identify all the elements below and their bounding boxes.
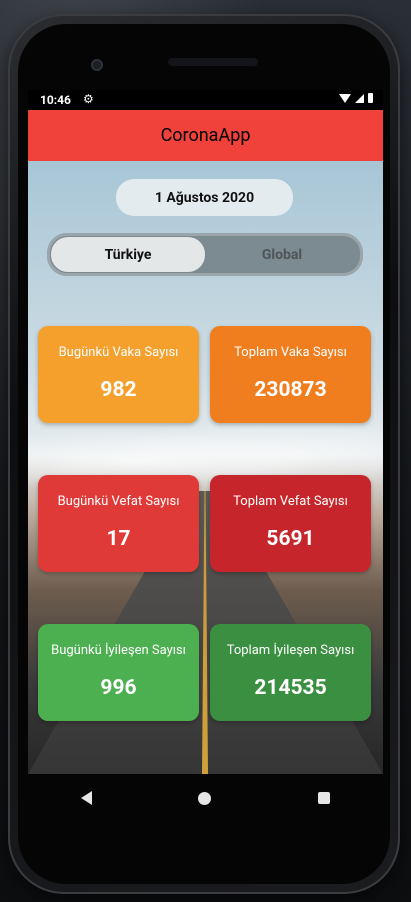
card-label: Toplam Vefat Sayısı (233, 494, 348, 509)
home-icon[interactable] (198, 791, 212, 805)
card-label: Bugünkü İyileşen Sayısı (51, 643, 186, 658)
camera-icon (91, 59, 103, 71)
card-label: Bugünkü Vaka Sayısı (58, 345, 179, 360)
recents-icon[interactable] (317, 792, 330, 804)
screen: 10:46 ⚙ CoronaApp 1 Ağustos 2020 Türkiye… (28, 90, 383, 774)
battery-icon (368, 93, 373, 103)
app-title: CoronaApp (160, 125, 251, 146)
card-today-recovered: Bugünkü İyileşen Sayısı 996 (38, 624, 199, 721)
card-label: Toplam Vaka Sayısı (234, 345, 347, 360)
speaker (168, 58, 258, 66)
status-icons (339, 93, 373, 103)
main-content: 1 Ağustos 2020 Türkiye Global Bugünkü Va… (28, 161, 383, 774)
date-label: 1 Ağustos 2020 (154, 189, 255, 206)
card-value: 230873 (254, 378, 327, 402)
wifi-icon (339, 93, 351, 103)
card-value: 982 (100, 378, 137, 402)
card-label: Bugünkü Vefat Sayısı (57, 494, 180, 509)
back-icon[interactable] (81, 791, 93, 805)
tab-global[interactable]: Global (205, 237, 359, 272)
gear-icon: ⚙ (83, 92, 94, 106)
card-value: 996 (100, 676, 137, 700)
navigation-bar (28, 774, 383, 822)
card-total-deaths: Toplam Vefat Sayısı 5691 (210, 475, 371, 572)
signal-icon (355, 93, 364, 103)
card-label: Toplam İyileşen Sayısı (226, 643, 355, 658)
card-value: 214535 (254, 676, 327, 700)
app-bar: CoronaApp (28, 110, 383, 161)
card-today-deaths: Bugünkü Vefat Sayısı 17 (38, 475, 199, 572)
date-pill: 1 Ağustos 2020 (116, 179, 293, 216)
card-value: 17 (106, 527, 131, 551)
card-total-cases: Toplam Vaka Sayısı 230873 (210, 326, 371, 423)
tab-turkiye-label: Türkiye (104, 246, 152, 263)
card-total-recovered: Toplam İyileşen Sayısı 214535 (210, 624, 371, 721)
region-toggle: Türkiye Global (47, 233, 363, 276)
tab-turkiye[interactable]: Türkiye (51, 237, 205, 272)
status-time: 10:46 (40, 93, 71, 107)
card-value: 5691 (266, 527, 315, 551)
card-today-cases: Bugünkü Vaka Sayısı 982 (38, 326, 199, 423)
tab-global-label: Global (261, 246, 303, 263)
status-bar: 10:46 ⚙ (28, 90, 383, 110)
